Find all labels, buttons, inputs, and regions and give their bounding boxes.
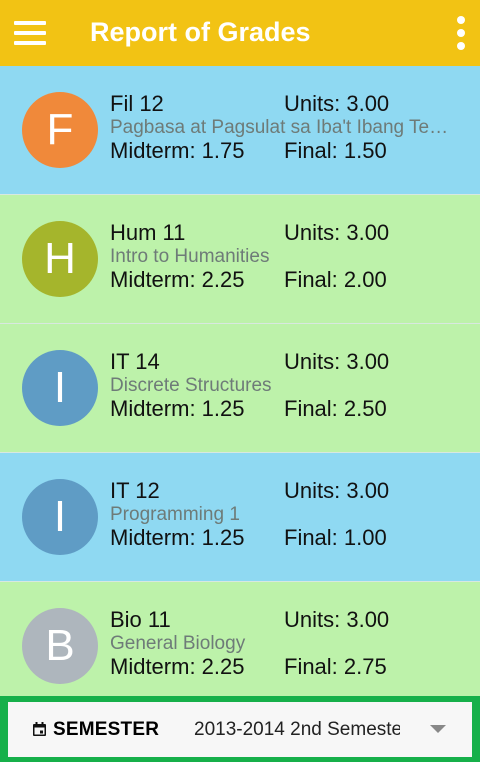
page-title: Report of Grades (90, 17, 311, 47)
course-avatar: B (22, 608, 98, 684)
midterm-grade: Midterm: 1.25 (110, 396, 245, 421)
final-grade: Final: 2.00 (284, 267, 387, 292)
hamburger-menu-icon[interactable] (12, 18, 48, 48)
course-row[interactable]: I IT 14 Units: 3.00 Discrete Structures … (0, 324, 480, 453)
course-avatar: I (22, 350, 98, 426)
course-description: Discrete Structures (110, 375, 272, 396)
semester-bar: SEMESTER 2013-2014 2nd Semester (0, 696, 480, 762)
course-units: Units: 3.00 (284, 607, 390, 632)
course-avatar: F (22, 92, 98, 168)
midterm-grade: Midterm: 1.25 (110, 525, 245, 550)
midterm-grade: Midterm: 2.25 (110, 654, 245, 679)
course-code: Bio 11 (110, 607, 171, 632)
course-units: Units: 3.00 (284, 220, 390, 245)
calendar-icon (33, 722, 46, 736)
semester-select-value[interactable]: 2013-2014 2nd Semester (194, 718, 400, 742)
course-row[interactable]: I IT 12 Units: 3.00 Programming 1 Midter… (0, 453, 480, 582)
more-vertical-icon[interactable] (452, 14, 470, 52)
midterm-grade: Midterm: 1.75 (110, 138, 245, 163)
course-description: Intro to Humanities (110, 246, 270, 267)
grades-list: F Fil 12 Units: 3.00 Pagbasa at Pagsulat… (0, 66, 480, 711)
final-grade: Final: 1.00 (284, 525, 387, 550)
course-avatar: H (22, 221, 98, 297)
course-units: Units: 3.00 (284, 349, 390, 374)
app-bar: Report of Grades (0, 0, 480, 66)
chevron-down-icon[interactable] (430, 725, 446, 733)
course-units: Units: 3.00 (284, 91, 390, 116)
course-code: Fil 12 (110, 91, 164, 116)
course-code: IT 14 (110, 349, 160, 374)
final-grade: Final: 2.50 (284, 396, 387, 421)
course-avatar: I (22, 479, 98, 555)
course-row[interactable]: F Fil 12 Units: 3.00 Pagbasa at Pagsulat… (0, 66, 480, 195)
course-code: IT 12 (110, 478, 160, 503)
final-grade: Final: 1.50 (284, 138, 387, 163)
final-grade: Final: 2.75 (284, 654, 387, 679)
course-units: Units: 3.00 (284, 478, 390, 503)
midterm-grade: Midterm: 2.25 (110, 267, 245, 292)
course-description: Pagbasa at Pagsulat sa Iba't Ibang Tekst… (110, 117, 456, 138)
course-description: General Biology (110, 633, 246, 654)
course-row[interactable]: H Hum 11 Units: 3.00 Intro to Humanities… (0, 195, 480, 324)
course-code: Hum 11 (110, 220, 186, 245)
course-description: Programming 1 (110, 504, 240, 525)
semester-label: SEMESTER (53, 719, 160, 740)
semester-selector[interactable]: SEMESTER 2013-2014 2nd Semester (8, 702, 472, 757)
course-row[interactable]: B Bio 11 Units: 3.00 General Biology Mid… (0, 582, 480, 711)
